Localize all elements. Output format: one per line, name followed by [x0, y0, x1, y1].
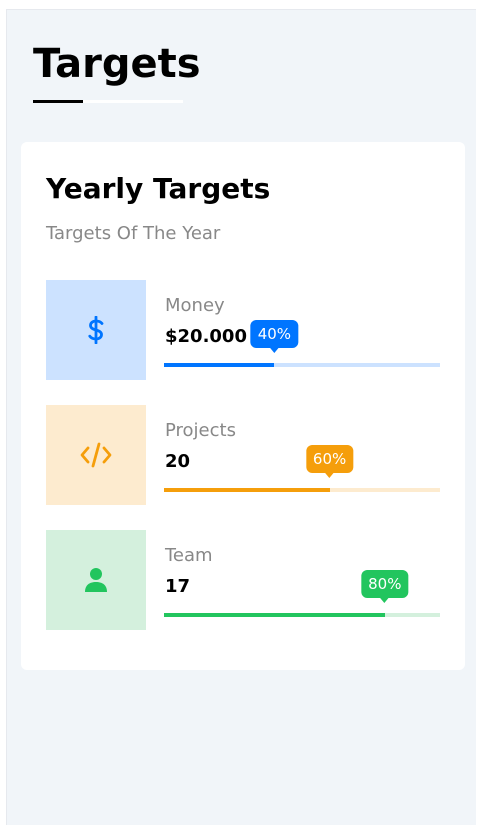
progress-fill	[164, 363, 275, 367]
target-row-team: Team 17 80%	[46, 530, 440, 630]
target-value: 20	[165, 451, 191, 472]
progress-fill	[164, 613, 385, 617]
targets-page: Targets Yearly Targets Targets Of The Ye…	[6, 9, 476, 825]
target-label: Team	[165, 545, 213, 566]
progress-track: 80%	[164, 570, 440, 617]
page-title: Targets	[33, 41, 201, 87]
target-label: Projects	[165, 420, 236, 441]
progress-track: 60%	[164, 445, 440, 492]
progress-track: 40%	[164, 320, 440, 367]
user-icon	[84, 567, 108, 593]
progress-badge: 60%	[305, 445, 354, 478]
target-icon-box	[46, 405, 146, 505]
progress-fill	[164, 488, 330, 492]
progress-badge: 80%	[361, 570, 409, 603]
target-icon-box	[46, 530, 146, 630]
target-label: Money	[165, 295, 225, 316]
yearly-targets-card: Yearly Targets Targets Of The Year Money…	[21, 142, 465, 670]
target-value: $20.000	[165, 326, 247, 347]
progress-badge: 40%	[250, 320, 299, 353]
code-icon	[79, 442, 113, 468]
dollar-icon	[86, 316, 106, 344]
card-title: Yearly Targets	[46, 172, 271, 205]
target-icon-box	[46, 280, 146, 380]
title-underline-accent	[33, 100, 83, 103]
target-value: 17	[165, 576, 191, 597]
target-row-money: Money $20.000 40%	[46, 280, 440, 380]
card-subtitle: Targets Of The Year	[46, 223, 221, 244]
target-row-projects: Projects 20 60%	[46, 405, 440, 505]
